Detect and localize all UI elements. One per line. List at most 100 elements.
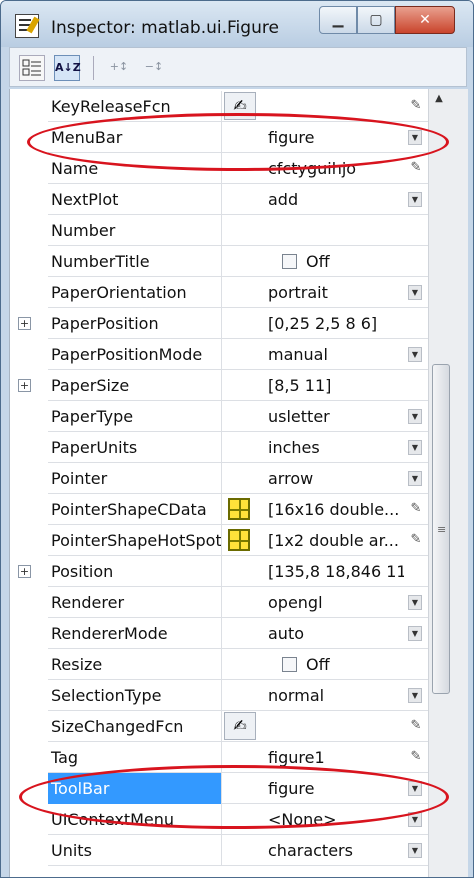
dropdown-arrow-icon[interactable]: ▼ bbox=[408, 285, 422, 300]
property-value[interactable]: figure bbox=[268, 773, 404, 804]
property-name[interactable]: MenuBar bbox=[48, 122, 222, 153]
property-row-units[interactable]: Units characters ▼ bbox=[48, 835, 428, 866]
callback-editor-icon[interactable]: ✍ bbox=[224, 92, 256, 120]
expand-all-button[interactable]: +↕ bbox=[106, 55, 132, 81]
property-row-numbertitle[interactable]: NumberTitle Off bbox=[48, 246, 428, 277]
scroll-up-icon[interactable]: ▲ bbox=[431, 93, 447, 111]
property-row-name[interactable]: Name cfctyguihjo ✎ bbox=[48, 153, 428, 184]
dropdown-arrow-icon[interactable]: ▼ bbox=[408, 843, 422, 858]
property-name[interactable]: Number bbox=[48, 215, 222, 246]
property-name[interactable]: RendererMode bbox=[48, 618, 222, 649]
property-name[interactable]: PaperOrientation bbox=[48, 277, 222, 308]
matrix-editor-icon[interactable] bbox=[228, 498, 250, 520]
property-row-pointershapehotspot[interactable]: PointerShapeHotSpot [1x2 double ar... ✎ bbox=[48, 525, 428, 556]
expand-icon[interactable]: + bbox=[18, 565, 31, 578]
property-row-selectiontype[interactable]: SelectionType normal ▼ bbox=[48, 680, 428, 711]
dropdown-arrow-icon[interactable]: ▼ bbox=[408, 812, 422, 827]
property-value[interactable]: [0,25 2,5 8 6] bbox=[268, 308, 404, 339]
property-name[interactable]: NumberTitle bbox=[48, 246, 222, 277]
dropdown-arrow-icon[interactable]: ▼ bbox=[408, 347, 422, 362]
property-name[interactable]: Units bbox=[48, 835, 222, 866]
property-row-toolbar[interactable]: ToolBar figure ▼ bbox=[48, 773, 428, 804]
property-name[interactable]: SelectionType bbox=[48, 680, 222, 711]
property-row-menubar[interactable]: MenuBar figure ▼ bbox=[48, 122, 428, 153]
dropdown-arrow-icon[interactable]: ▼ bbox=[408, 409, 422, 424]
pencil-icon[interactable]: ✎ bbox=[408, 748, 424, 766]
property-row-tag[interactable]: Tag figure1 ✎ bbox=[48, 742, 428, 773]
property-value[interactable]: opengl bbox=[268, 587, 404, 618]
dropdown-arrow-icon[interactable]: ▼ bbox=[408, 192, 422, 207]
property-name[interactable]: PaperPosition bbox=[48, 308, 222, 339]
property-value[interactable]: auto bbox=[268, 618, 404, 649]
dropdown-arrow-icon[interactable]: ▼ bbox=[408, 471, 422, 486]
dropdown-arrow-icon[interactable]: ▼ bbox=[408, 130, 422, 145]
property-row-keyreleasefcn[interactable]: KeyReleaseFcn ✍ ✎ bbox=[48, 91, 428, 122]
pencil-icon[interactable]: ✎ bbox=[408, 97, 424, 115]
property-value[interactable]: <None> bbox=[268, 804, 404, 835]
property-value[interactable]: add bbox=[268, 184, 404, 215]
property-value[interactable]: portrait bbox=[268, 277, 404, 308]
expand-icon[interactable]: + bbox=[18, 379, 31, 392]
property-name[interactable]: KeyReleaseFcn bbox=[48, 91, 222, 122]
property-value[interactable]: usletter bbox=[268, 401, 404, 432]
dropdown-arrow-icon[interactable]: ▼ bbox=[408, 781, 422, 796]
property-row-paperpositionmode[interactable]: PaperPositionMode manual ▼ bbox=[48, 339, 428, 370]
property-row-nextplot[interactable]: NextPlot add ▼ bbox=[48, 184, 428, 215]
property-value[interactable]: figure bbox=[268, 122, 404, 153]
property-row-renderer[interactable]: Renderer opengl ▼ bbox=[48, 587, 428, 618]
property-checkbox[interactable] bbox=[282, 657, 297, 672]
property-value[interactable]: [135,8 18,846 112 ... bbox=[268, 556, 404, 587]
property-row-papersize[interactable]: + PaperSize [8,5 11] bbox=[18, 370, 428, 401]
property-row-pointershapecdata[interactable]: PointerShapeCData [16x16 double... ✎ bbox=[48, 494, 428, 525]
dropdown-arrow-icon[interactable]: ▼ bbox=[408, 595, 422, 610]
property-value[interactable]: [16x16 double... bbox=[268, 494, 404, 525]
property-checkbox[interactable] bbox=[282, 254, 297, 269]
property-value[interactable]: manual bbox=[268, 339, 404, 370]
dropdown-arrow-icon[interactable]: ▼ bbox=[408, 626, 422, 641]
property-row-pointer[interactable]: Pointer arrow ▼ bbox=[48, 463, 428, 494]
property-value[interactable]: inches bbox=[268, 432, 404, 463]
categorized-view-button[interactable] bbox=[19, 55, 45, 81]
property-name[interactable]: PaperUnits bbox=[48, 432, 222, 463]
property-row-number[interactable]: Number bbox=[48, 215, 428, 246]
property-row-paperunits[interactable]: PaperUnits inches ▼ bbox=[48, 432, 428, 463]
pencil-icon[interactable]: ✎ bbox=[408, 500, 424, 518]
callback-editor-icon[interactable]: ✍ bbox=[224, 712, 256, 740]
property-name[interactable]: Position bbox=[48, 556, 222, 587]
property-name[interactable]: ToolBar bbox=[48, 773, 222, 804]
property-value[interactable]: arrow bbox=[268, 463, 404, 494]
scrollbar-thumb[interactable]: ≡ bbox=[432, 364, 450, 694]
matrix-editor-icon[interactable] bbox=[228, 529, 250, 551]
property-name[interactable]: NextPlot bbox=[48, 184, 222, 215]
property-row-renderermode[interactable]: RendererMode auto ▼ bbox=[48, 618, 428, 649]
pencil-icon[interactable]: ✎ bbox=[408, 717, 424, 735]
property-name[interactable]: PaperType bbox=[48, 401, 222, 432]
pencil-icon[interactable]: ✎ bbox=[408, 531, 424, 549]
property-value[interactable]: characters bbox=[268, 835, 404, 866]
property-name[interactable]: SizeChangedFcn bbox=[48, 711, 222, 742]
dropdown-arrow-icon[interactable]: ▼ bbox=[408, 688, 422, 703]
alphabetical-sort-button[interactable]: A↓Z bbox=[54, 55, 81, 81]
property-row-paperorientation[interactable]: PaperOrientation portrait ▼ bbox=[48, 277, 428, 308]
property-name[interactable]: UIContextMenu bbox=[48, 804, 222, 835]
property-value[interactable]: [1x2 double ar... bbox=[268, 525, 404, 556]
property-value[interactable]: [8,5 11] bbox=[268, 370, 404, 401]
property-row-sizechangedfcn[interactable]: SizeChangedFcn ✍ ✎ bbox=[48, 711, 428, 742]
property-name[interactable]: Renderer bbox=[48, 587, 222, 618]
maximize-button[interactable]: ▢ bbox=[357, 6, 395, 34]
property-row-paperposition[interactable]: + PaperPosition [0,25 2,5 8 6] bbox=[18, 308, 428, 339]
minimize-button[interactable]: ▁ bbox=[319, 6, 357, 34]
property-row-resize[interactable]: Resize Off bbox=[48, 649, 428, 680]
property-name[interactable]: PointerShapeHotSpot bbox=[48, 525, 222, 556]
property-row-uicontextmenu[interactable]: UIContextMenu <None> ▼ bbox=[48, 804, 428, 835]
collapse-all-button[interactable]: −↕ bbox=[141, 55, 167, 81]
property-name[interactable]: Resize bbox=[48, 649, 222, 680]
property-row-position[interactable]: + Position [135,8 18,846 112 ... bbox=[18, 556, 428, 587]
title-bar[interactable]: Inspector: matlab.ui.Figure ▁ ▢ ✕ bbox=[1, 1, 473, 47]
property-name[interactable]: Name bbox=[48, 153, 222, 184]
property-value[interactable]: figure1 bbox=[268, 742, 404, 773]
dropdown-arrow-icon[interactable]: ▼ bbox=[408, 440, 422, 455]
vertical-scrollbar[interactable]: ▲ ≡ bbox=[428, 89, 468, 877]
pencil-icon[interactable]: ✎ bbox=[408, 159, 424, 177]
property-row-papertype[interactable]: PaperType usletter ▼ bbox=[48, 401, 428, 432]
